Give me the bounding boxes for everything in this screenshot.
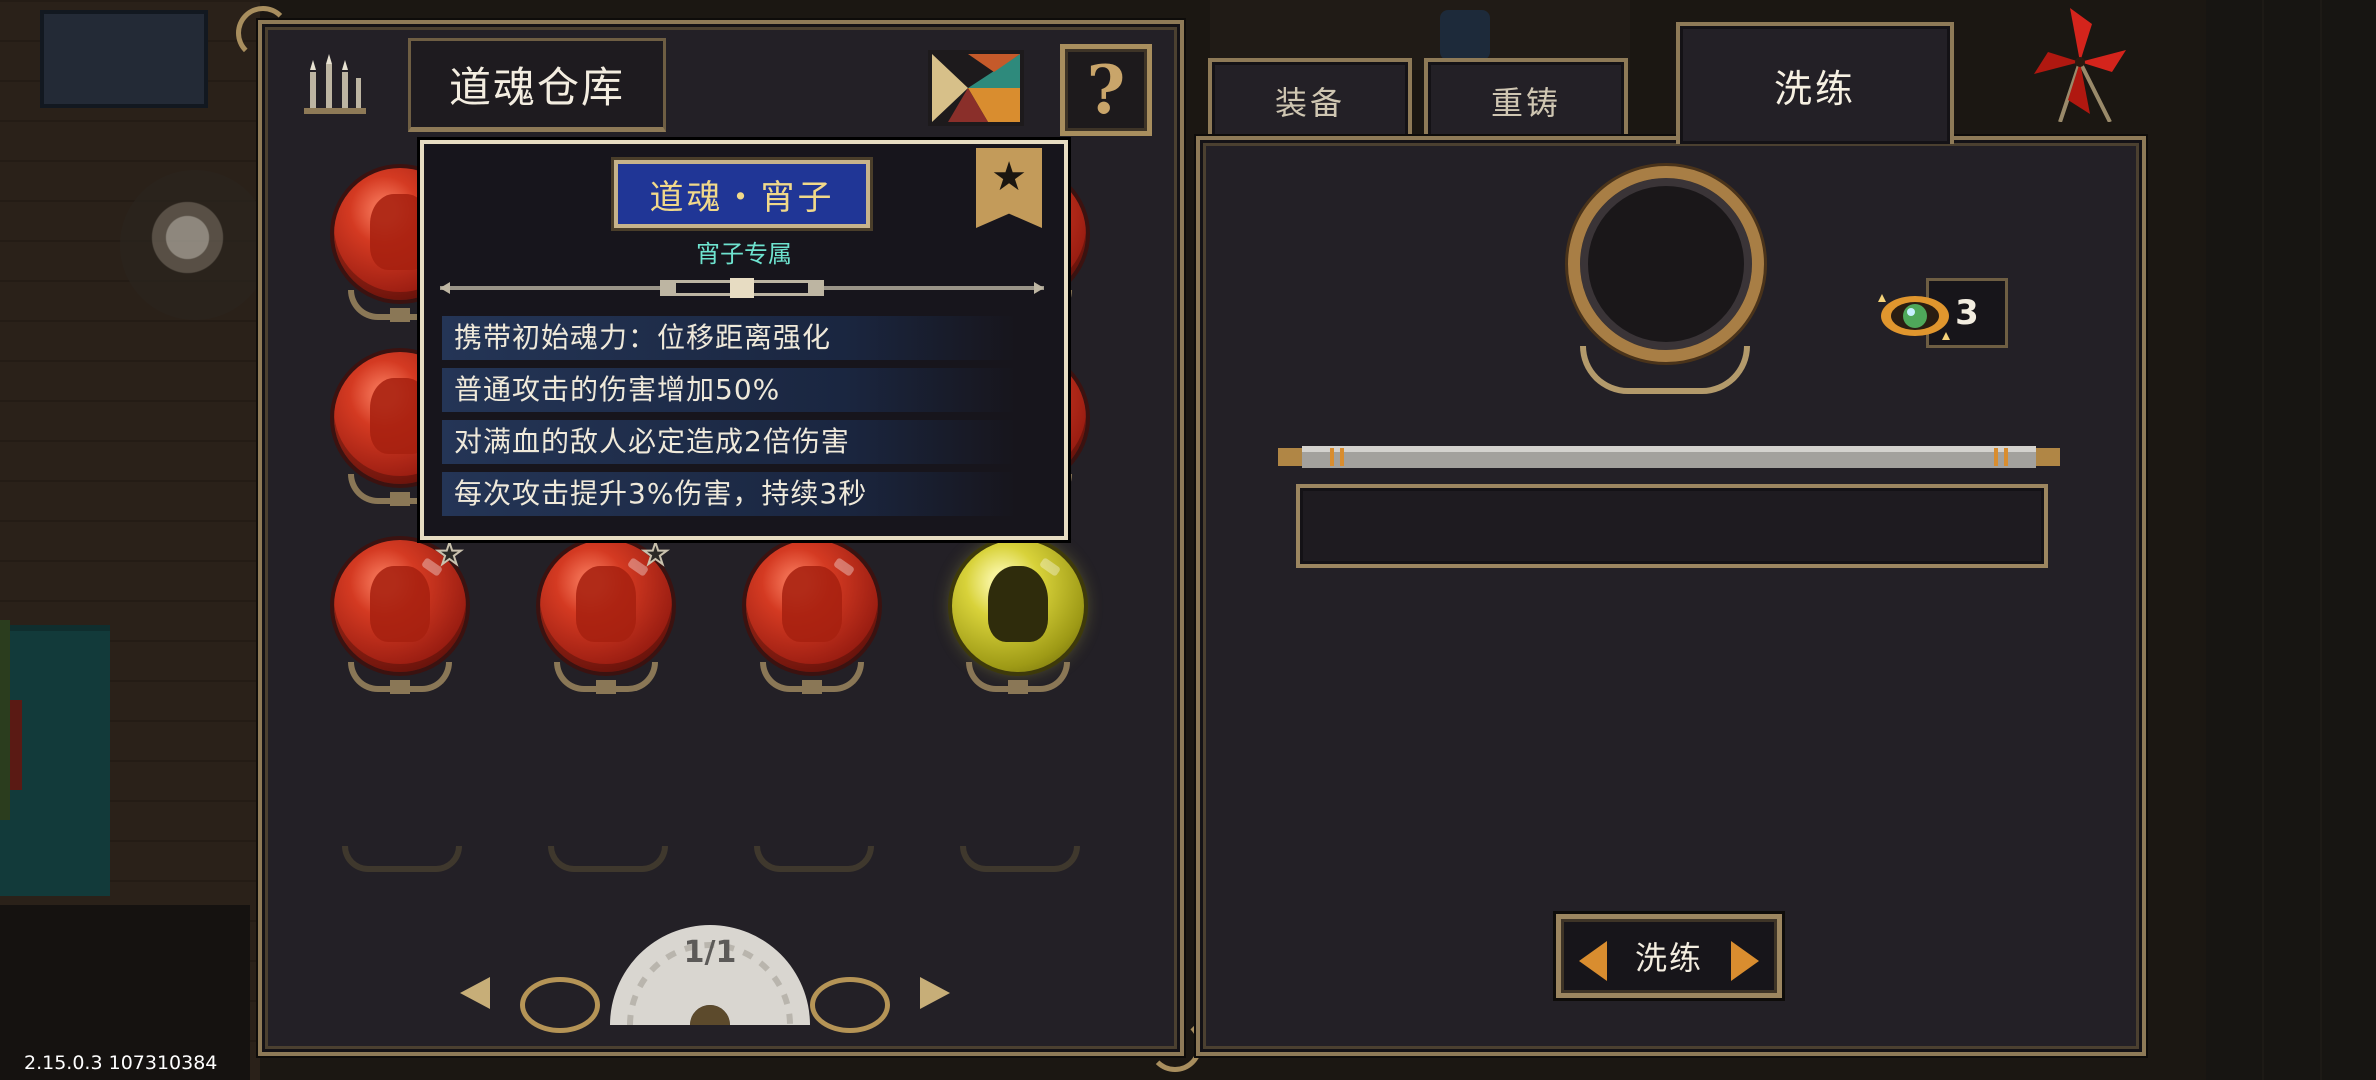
gem-right-icon [1731, 941, 1759, 981]
empty-slot [754, 846, 874, 872]
empty-slot [342, 846, 462, 872]
next-page-arrow-icon[interactable] [920, 977, 950, 1009]
star-icon: ★ [641, 537, 670, 572]
soul-name: 道魂・宵子 [614, 160, 870, 228]
background-machine [120, 170, 270, 320]
effect-line: 每次攻击提升3%伤害，持续3秒 [442, 472, 1016, 516]
soul-portrait [370, 566, 430, 642]
empty-slot [548, 846, 668, 872]
orb-stand [348, 662, 452, 694]
bookmark-star-icon[interactable]: ★ [976, 148, 1042, 228]
cloud-ornament [810, 977, 890, 1033]
gem-left-icon [1579, 941, 1607, 981]
ornamental-divider [440, 278, 1044, 298]
soul-portrait [988, 566, 1048, 642]
soul-orb-slot[interactable] [738, 540, 888, 710]
effect-line: 携带初始魂力：位移距离强化 [442, 316, 1016, 360]
background-poster [40, 10, 208, 108]
orb-stand [554, 662, 658, 694]
tab-refine[interactable]: 洗练 [1676, 22, 1954, 144]
corner-ornament [1148, 1018, 1202, 1072]
background-right-wall [2206, 0, 2376, 1080]
storage-header: 道魂仓库 ? [260, 36, 1160, 136]
help-button[interactable]: ? [1060, 44, 1152, 136]
soul-exclusive-label: 宵子专属 [696, 240, 792, 268]
orb-stand [760, 662, 864, 694]
spirit-eye-icon [1878, 294, 1950, 340]
refine-button-label: 洗练 [1634, 939, 1703, 977]
soul-portrait [782, 566, 842, 642]
soul-socket[interactable] [1562, 166, 1778, 410]
tangram-icon[interactable] [928, 50, 1024, 126]
effect-line: 对满血的敌人必定造成2倍伤害 [442, 420, 1016, 464]
star-icon: ★ [435, 537, 464, 572]
empty-slot [960, 846, 1080, 872]
pager: 1/1 [440, 905, 960, 1035]
storage-title: 道魂仓库 [408, 38, 666, 132]
background-character [1440, 10, 1490, 60]
soul-orb-slot-selected[interactable] [944, 540, 1094, 710]
tab-recast[interactable]: 重铸 [1424, 58, 1628, 144]
soul-portrait [576, 566, 636, 642]
refine-currency: 3 [1876, 278, 2016, 352]
refine-button[interactable]: 洗练 [1556, 914, 1782, 998]
tab-equip[interactable]: 装备 [1208, 58, 1412, 144]
soul-tooltip: 道魂・宵子 ★ 宵子专属 携带初始魂力：位移距离强化 普通攻击的伤害增加50% … [420, 140, 1068, 540]
socket-stand [1580, 346, 1750, 394]
version-label: 2.15.0.3 107310384 [24, 1052, 218, 1074]
candle-icon [304, 54, 366, 114]
socket-ring [1568, 166, 1764, 362]
page-indicator: 1/1 [683, 935, 737, 970]
cloud-ornament [520, 977, 600, 1033]
scroll-rod [1278, 446, 2060, 468]
effect-line: 普通攻击的伤害增加50% [442, 368, 1016, 412]
prev-page-arrow-icon[interactable] [460, 977, 490, 1009]
orb-stand [966, 662, 1070, 694]
soul-orb-selected[interactable] [952, 540, 1084, 672]
fan-icon [610, 925, 810, 1025]
refine-result-box [1296, 484, 2048, 568]
windmill-icon[interactable] [2030, 2, 2130, 122]
soul-orb[interactable] [746, 540, 878, 672]
background-plant [0, 620, 10, 820]
